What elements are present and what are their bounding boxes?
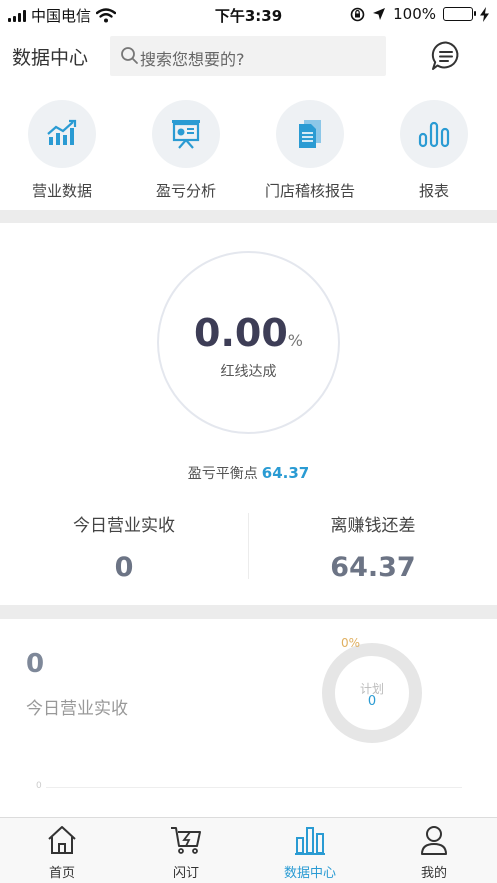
location-arrow-icon [373, 8, 386, 20]
section-divider [0, 605, 497, 619]
page-title: 数据中心 [12, 47, 89, 69]
charging-bolt-icon [480, 6, 489, 22]
tab-flash-order[interactable]: 闪订 [124, 818, 248, 883]
flash-cart-icon [171, 827, 201, 854]
trend-chart-icon [47, 119, 77, 145]
home-icon [48, 826, 76, 854]
bar-chart-icon [295, 827, 325, 855]
revenue-value: 0 [26, 649, 45, 679]
quick-item-icon-bg [28, 100, 96, 168]
battery-percent: 100% [393, 5, 436, 23]
red-line-percent: 0.00% [159, 311, 338, 355]
quick-item-icon-bg [152, 100, 220, 168]
red-line-percent-value: 0.00 [194, 311, 288, 355]
profit-gap-label: 离赚钱还差 [330, 516, 416, 536]
search-icon [121, 47, 138, 64]
profit-gap-stat: 离赚钱还差 64.37 [249, 511, 497, 583]
quick-item-reports[interactable]: 报表 [384, 100, 484, 201]
tab-label: 数据中心 [283, 866, 336, 881]
quick-item-audit-report[interactable]: 门店稽核报告 [260, 100, 360, 201]
battery-icon [443, 7, 476, 21]
quick-item-label: 报表 [418, 182, 449, 200]
section-divider [0, 210, 497, 223]
profit-gap-value: 64.37 [330, 552, 416, 583]
breakeven-point: 盈亏平衡点 64.37 [0, 463, 497, 483]
red-line-label: 红线达成 [220, 364, 277, 380]
quick-actions: 营业数据 盈亏分析 门店稽核报告 报表 [0, 86, 497, 210]
revenue-panel: 0 今日营业实收 0% 计划 0 0 [0, 619, 497, 817]
tab-label: 我的 [420, 866, 447, 881]
search-input[interactable]: 搜索您想要的? [110, 36, 386, 76]
quick-item-profit-analysis[interactable]: 盈亏分析 [136, 100, 236, 201]
breakeven-value: 64.37 [261, 464, 310, 482]
quick-item-label: 门店稽核报告 [264, 182, 355, 200]
rotation-lock-icon [350, 7, 365, 21]
tab-home[interactable]: 首页 [0, 818, 124, 883]
chart-baseline [46, 787, 462, 788]
plan-ring-percent: 0% [341, 636, 361, 650]
breakeven-label: 盈亏平衡点 [187, 466, 258, 482]
red-line-progress-circle: 0.00% 红线达成 [157, 251, 340, 434]
tab-bar: 首页 闪订 数据中心 我的 [0, 817, 497, 883]
today-revenue-stat: 今日营业实收 0 [0, 511, 248, 583]
tab-mine[interactable]: 我的 [372, 818, 496, 883]
bar-report-icon [418, 121, 450, 148]
quick-item-label: 盈亏分析 [155, 182, 216, 200]
quick-item-label: 营业数据 [31, 182, 92, 200]
chart-axis-mark: 0 [36, 781, 42, 791]
plan-ring-value: 0 [367, 694, 377, 709]
quick-item-icon-bg [400, 100, 468, 168]
kpi-section: 0.00% 红线达成 盈亏平衡点 64.37 今日营业实收 0 离赚钱还差 64.… [0, 223, 497, 605]
message-icon[interactable] [430, 40, 462, 72]
today-revenue-label: 今日营业实收 [73, 516, 175, 536]
quick-item-business-data[interactable]: 营业数据 [12, 100, 112, 201]
status-bar: 中国电信 下午3:39 100% [0, 0, 497, 28]
status-right: 100% [350, 5, 489, 23]
user-icon [421, 826, 447, 855]
tab-label: 闪订 [172, 866, 199, 881]
revenue-label: 今日营业实收 [26, 699, 128, 719]
document-icon [299, 120, 321, 148]
search-placeholder: 搜索您想要的? [140, 50, 245, 69]
app-header: 数据中心 搜索您想要的? [0, 28, 497, 86]
quick-item-icon-bg [276, 100, 344, 168]
tab-data-center[interactable]: 数据中心 [248, 818, 372, 883]
presentation-board-icon [172, 120, 200, 149]
today-revenue-value: 0 [114, 552, 134, 583]
red-line-percent-unit: % [287, 331, 303, 350]
tab-label: 首页 [48, 866, 75, 881]
